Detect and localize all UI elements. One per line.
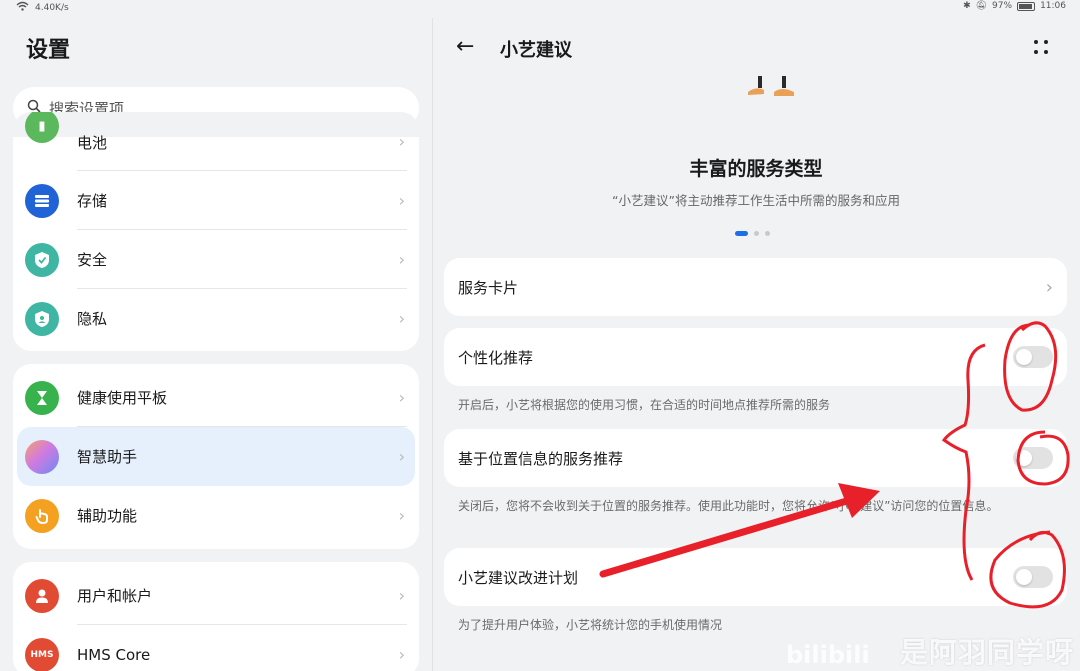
sidebar-item-storage[interactable]: 存储 › bbox=[13, 171, 419, 230]
user-icon bbox=[25, 578, 59, 613]
carousel-dot bbox=[754, 231, 759, 236]
page-title: 设置 bbox=[26, 38, 71, 63]
chevron-right-icon: › bbox=[398, 132, 405, 151]
hand-icon bbox=[25, 498, 59, 533]
settings-group-assistant: 健康使用平板 › 智慧助手 › 辅助功能 › bbox=[13, 364, 419, 549]
battery-icon bbox=[1017, 1, 1036, 11]
chevron-right-icon: › bbox=[398, 506, 405, 525]
mute-icon: 🔕︎ bbox=[975, 1, 988, 11]
carousel-indicator bbox=[735, 231, 770, 236]
storage-icon bbox=[25, 183, 59, 218]
chevron-right-icon: › bbox=[1045, 276, 1053, 298]
setting-label: 小艺建议改进计划 bbox=[458, 568, 579, 587]
setting-description: 开启后，小艺将根据您的使用习惯，在合适的时间地点推荐所需的服务 bbox=[458, 398, 831, 412]
sidebar-item-label: 辅助功能 bbox=[77, 507, 138, 525]
pane-divider bbox=[432, 18, 433, 671]
setting-label: 基于位置信息的服务推荐 bbox=[458, 449, 624, 468]
sidebar-item-label: 智慧助手 bbox=[77, 448, 138, 466]
sidebar-item-privacy[interactable]: 隐私 › bbox=[13, 289, 419, 348]
improvement-plan-row[interactable]: 小艺建议改进计划 bbox=[444, 548, 1067, 606]
chevron-right-icon: › bbox=[398, 250, 405, 269]
location-recommend-toggle[interactable] bbox=[1013, 447, 1053, 469]
assistant-orb-icon bbox=[25, 439, 59, 474]
sidebar-item-label: HMS Core bbox=[77, 645, 151, 664]
network-speed: 4.40K/s bbox=[35, 2, 69, 13]
sidebar-item-smart-assistant[interactable]: 智慧助手 › bbox=[17, 427, 415, 486]
sidebar-item-hms-core[interactable]: HMS HMS Core › bbox=[13, 625, 419, 671]
status-bar: 4.40K/s ✱ 🔕︎ 97% 11:06 bbox=[0, 0, 1080, 14]
personalized-recommend-toggle[interactable] bbox=[1013, 346, 1053, 368]
personalized-recommend-row[interactable]: 个性化推荐 bbox=[444, 328, 1067, 386]
sidebar-item-security[interactable]: 安全 › bbox=[13, 230, 419, 289]
chevron-right-icon: › bbox=[398, 645, 405, 664]
clock: 11:06 bbox=[1040, 1, 1066, 11]
more-options-icon[interactable] bbox=[1032, 38, 1052, 58]
setting-label: 个性化推荐 bbox=[458, 348, 534, 367]
sidebar-item-label: 存储 bbox=[77, 192, 108, 210]
bilibili-logo-icon: bilibili bbox=[786, 641, 870, 669]
sidebar-item-label: 安全 bbox=[77, 251, 108, 269]
svg-text:bilibili: bilibili bbox=[786, 641, 870, 669]
sidebar-item-digital-balance[interactable]: 健康使用平板 › bbox=[13, 368, 419, 427]
settings-group-device: ▮ 电池 › 存储 › 安全 › 隐私 › bbox=[13, 112, 419, 351]
chevron-right-icon: › bbox=[398, 388, 405, 407]
sidebar-item-label: 隐私 bbox=[77, 310, 108, 328]
hms-icon: HMS bbox=[25, 637, 59, 671]
hms-badge-text: HMS bbox=[30, 649, 54, 660]
back-arrow-icon[interactable]: ← bbox=[456, 34, 474, 59]
sidebar-item-label: 用户和帐户 bbox=[77, 587, 153, 605]
detail-title: 小艺建议 bbox=[500, 40, 572, 61]
chevron-right-icon: › bbox=[398, 309, 405, 328]
chevron-right-icon: › bbox=[398, 447, 405, 466]
sidebar-item-label: 健康使用平板 bbox=[77, 389, 168, 407]
hourglass-icon bbox=[25, 380, 59, 415]
banner-headline: 丰富的服务类型 bbox=[689, 158, 823, 180]
improvement-plan-toggle[interactable] bbox=[1013, 566, 1053, 588]
banner-subline: “小艺建议”将主动推荐工作生活中所需的服务和应用 bbox=[612, 193, 900, 208]
carousel-dot bbox=[765, 231, 770, 236]
location-recommend-row[interactable]: 基于位置信息的服务推荐 bbox=[444, 429, 1067, 487]
sidebar-item-label: 电池 bbox=[77, 134, 108, 152]
watermark-text: 是阿羽同学呀 bbox=[899, 636, 1074, 669]
wifi-icon bbox=[16, 1, 29, 14]
shield-icon bbox=[25, 242, 59, 277]
setting-description: 关闭后，您将不会收到关于位置的服务推荐。使用此功能时，您将允许“小艺建议”访问您… bbox=[458, 499, 999, 513]
privacy-shield-icon bbox=[25, 301, 59, 336]
sidebar-item-accessibility[interactable]: 辅助功能 › bbox=[13, 486, 419, 545]
chevron-right-icon: › bbox=[398, 191, 405, 210]
sidebar-item-accounts[interactable]: 用户和帐户 › bbox=[13, 566, 419, 625]
carousel-dot-active bbox=[735, 231, 748, 236]
service-card-row[interactable]: 服务卡片 › bbox=[444, 258, 1067, 316]
settings-group-accounts: 用户和帐户 › HMS HMS Core › bbox=[13, 562, 419, 671]
bluetooth-icon: ✱ bbox=[963, 1, 971, 11]
battery-percent: 97% bbox=[992, 1, 1013, 11]
chevron-right-icon: › bbox=[398, 586, 405, 605]
banner-illustration bbox=[744, 74, 804, 104]
sidebar-item-battery[interactable]: ▮ 电池 › bbox=[13, 112, 419, 171]
service-card-label: 服务卡片 bbox=[458, 278, 519, 297]
battery-icon: ▮ bbox=[25, 112, 59, 143]
